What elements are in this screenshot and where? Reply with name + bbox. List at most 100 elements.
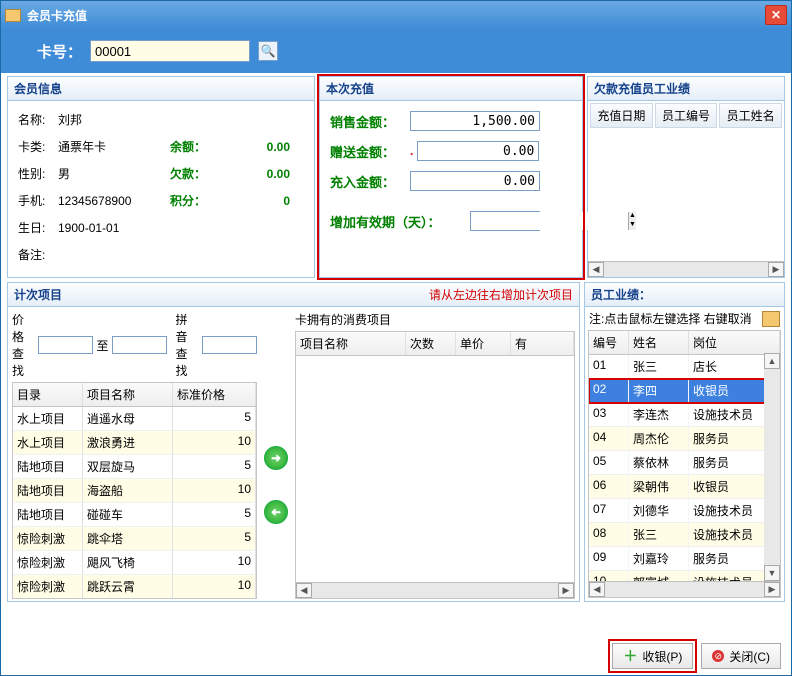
close-icon[interactable]: ✕ [765, 5, 787, 25]
project-row[interactable]: 惊险刺激飓风飞椅10 [13, 551, 256, 575]
scroll-left-icon[interactable]: ◀ [589, 582, 605, 597]
recharge-title: 本次充值 [320, 77, 582, 101]
scroll-left-icon[interactable]: ◀ [296, 583, 312, 598]
arrears-hscroll[interactable]: ◀ ▶ [588, 261, 784, 277]
staff-row[interactable]: 03李连杰设施技术员 [589, 403, 780, 427]
col-category[interactable]: 目录 [13, 383, 83, 406]
sale-amount-label: 销售金额： [330, 112, 410, 131]
point-label: 积分： [170, 192, 220, 209]
scroll-right-icon[interactable]: ▶ [558, 583, 574, 598]
pinyin-search-label: 拼音查找 [176, 311, 199, 379]
balance-label: 余额： [170, 138, 220, 155]
staff-row[interactable]: 07刘德华设施技术员 [589, 499, 780, 523]
col-own-has[interactable]: 有 [511, 332, 574, 355]
birth-label: 生日: [18, 219, 58, 236]
project-row[interactable]: 陆地项目海盗船10 [13, 479, 256, 503]
project-row[interactable]: 水上项目激浪勇进10 [13, 431, 256, 455]
staff-grid[interactable]: 编号 姓名 岗位 01张三店长02李四收银员03李连杰设施技术员04周杰伦服务员… [588, 330, 781, 598]
name-label: 名称: [18, 111, 58, 128]
staff-col-name[interactable]: 姓名 [629, 331, 689, 354]
type-label: 卡类: [18, 138, 58, 155]
in-amount-label: 充入金额： [330, 172, 410, 191]
col-price[interactable]: 标准价格 [173, 383, 256, 406]
debt-label: 欠款： [170, 165, 220, 182]
pinyin-input[interactable] [202, 336, 257, 354]
search-button[interactable]: 🔍 [258, 41, 278, 61]
scroll-right-icon[interactable]: ▶ [768, 262, 784, 277]
project-row[interactable]: 陆地项目双层旋马5 [13, 455, 256, 479]
staff-hint: 注:点击鼠标左键选择 右键取消 [589, 310, 752, 327]
staff-row[interactable]: 04周杰伦服务员 [589, 427, 780, 451]
point-value: 0 [220, 194, 290, 208]
gift-amount-label: 赠送金额： [330, 142, 410, 161]
scroll-down-icon[interactable]: ▼ [764, 565, 780, 581]
birth-value: 1900-01-01 [58, 221, 170, 235]
col-own-count[interactable]: 次数 [406, 332, 456, 355]
member-info-title: 会员信息 [8, 77, 314, 101]
checkout-button[interactable]: ＋ 收银(P) [612, 643, 693, 669]
titlebar[interactable]: 会员卡充值 ✕ [1, 1, 791, 29]
extend-days-stepper[interactable]: ▲ ▼ [470, 211, 540, 231]
member-info-panel: 会员信息 名称: 刘邦 卡类: 通票年卡 余额： 0.00 性别: 男 欠款： … [7, 76, 315, 278]
staff-row[interactable]: 06梁朝伟收银员 [589, 475, 780, 499]
debt-value: 0.00 [220, 167, 290, 181]
owned-projects-grid[interactable]: 项目名称 次数 单价 有 ◀ ▶ [295, 331, 575, 599]
price-to-input[interactable] [112, 336, 167, 354]
card-number-input[interactable] [90, 40, 250, 62]
staff-vscroll[interactable]: ▲ ▼ [764, 353, 780, 581]
staff-row[interactable]: 05蔡依林服务员 [589, 451, 780, 475]
project-row[interactable]: 陆地项目碰碰车5 [13, 503, 256, 527]
name-value: 刘邦 [58, 111, 170, 128]
sale-amount-input[interactable] [410, 111, 540, 131]
balance-value: 0.00 [220, 140, 290, 154]
folder-icon [5, 9, 21, 22]
staff-row[interactable]: 08张三设施技术员 [589, 523, 780, 547]
gift-amount-input[interactable] [417, 141, 539, 161]
arrow-right-icon: ➜ [271, 451, 281, 465]
scroll-right-icon[interactable]: ▶ [764, 582, 780, 597]
plus-icon: ＋ [623, 646, 637, 666]
col-own-name[interactable]: 项目名称 [296, 332, 406, 355]
phone-value: 12345678900 [58, 194, 170, 208]
staff-tool-icon[interactable] [762, 311, 780, 327]
close-button[interactable]: ⊘ 关闭(C) [701, 643, 781, 669]
owned-projects-label: 卡拥有的消费项目 [295, 311, 575, 328]
arrears-col-date[interactable]: 充值日期 [590, 103, 653, 128]
add-project-button[interactable]: ➜ [264, 446, 288, 470]
in-amount-input[interactable] [410, 171, 540, 191]
arrears-col-empname[interactable]: 员工姓名 [719, 103, 782, 128]
price-search-label: 价格查找 [12, 311, 35, 379]
staff-row[interactable]: 09刘嘉玲服务员 [589, 547, 780, 571]
phone-label: 手机: [18, 192, 58, 209]
price-from-input[interactable] [38, 336, 93, 354]
staff-col-no[interactable]: 编号 [589, 331, 629, 354]
extend-days-label: 增加有效期（天）： [330, 212, 470, 231]
arrears-col-empno[interactable]: 员工编号 [655, 103, 718, 128]
arrears-staff-panel: 欠款充值员工业绩 充值日期 员工编号 员工姓名 ◀ ▶ [587, 76, 785, 278]
remove-project-button[interactable]: ➜ [264, 500, 288, 524]
staff-hscroll[interactable]: ◀ ▶ [589, 581, 780, 597]
arrears-table: 充值日期 员工编号 员工姓名 [588, 101, 784, 130]
owned-hscroll[interactable]: ◀ ▶ [296, 582, 574, 598]
project-row[interactable]: 惊险刺激跳跃云霄10 [13, 575, 256, 599]
note-label: 备注: [18, 246, 58, 263]
staff-row[interactable]: 02李四收银员 [589, 379, 780, 403]
close-label: 关闭(C) [729, 648, 770, 665]
available-projects-grid[interactable]: 目录 项目名称 标准价格 水上项目逍遥水母5水上项目激浪勇进10陆地项目双层旋马… [12, 382, 257, 599]
count-project-hint: 请从左边往右增加计次项目 [429, 286, 573, 303]
scroll-left-icon[interactable]: ◀ [588, 262, 604, 277]
project-row[interactable]: 水上项目逍遥水母5 [13, 407, 256, 431]
col-project-name[interactable]: 项目名称 [83, 383, 173, 406]
project-row[interactable]: 惊险刺激跳伞塔5 [13, 527, 256, 551]
card-label: 卡号： [37, 41, 82, 62]
staff-row[interactable]: 01张三店长 [589, 355, 780, 379]
window-title: 会员卡充值 [27, 7, 765, 24]
sex-label: 性别: [18, 165, 58, 182]
checkout-label: 收银(P) [642, 648, 682, 665]
type-value: 通票年卡 [58, 138, 170, 155]
magnifier-icon: 🔍 [261, 44, 276, 58]
scroll-up-icon[interactable]: ▲ [764, 353, 780, 369]
col-own-price[interactable]: 单价 [456, 332, 511, 355]
staff-col-pos[interactable]: 岗位 [689, 331, 780, 354]
required-dot-icon: . [410, 144, 413, 158]
